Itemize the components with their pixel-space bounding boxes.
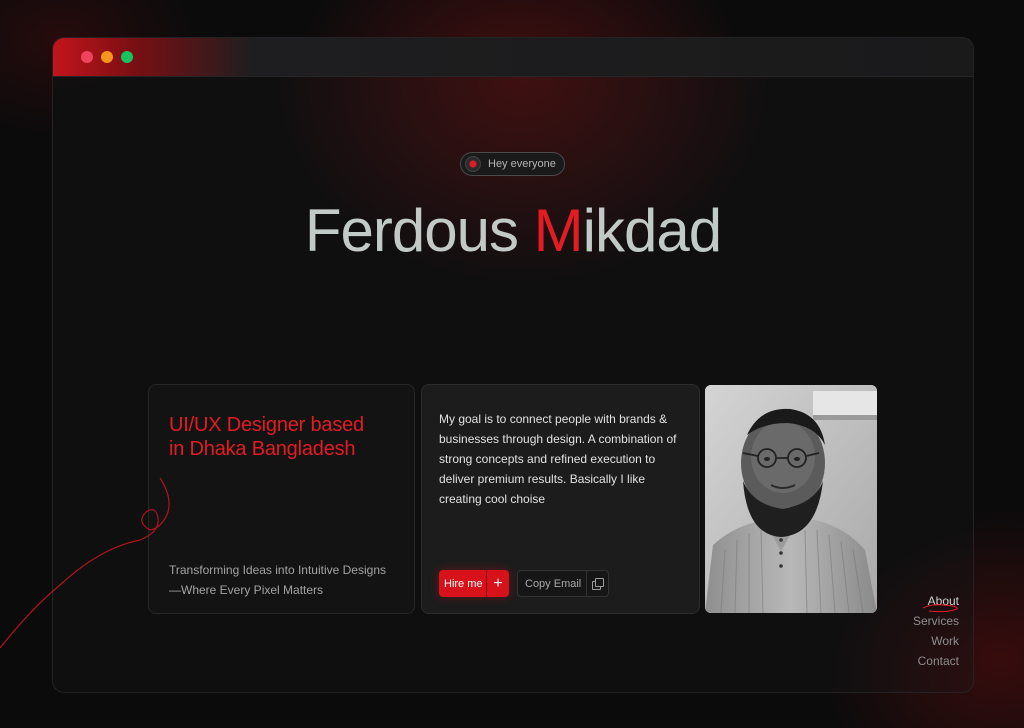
maximize-window-button[interactable] — [121, 51, 133, 63]
browser-window: Hey everyone Ferdous Mikdad UI/UX Design… — [52, 37, 974, 693]
hero-last-initial: M — [533, 197, 584, 264]
copy-email-label: Copy Email — [525, 577, 582, 590]
bio-card: My goal is to connect people with brands… — [421, 384, 700, 614]
nav-item-about[interactable]: About — [893, 591, 959, 613]
minimize-window-button[interactable] — [101, 51, 113, 63]
side-nav: About Services Work Contact — [893, 591, 959, 671]
nav-item-services[interactable]: Services — [893, 611, 959, 631]
intro-card: UI/UX Designer based in Dhaka Bangladesh… — [148, 384, 415, 614]
nav-item-about-label: About — [927, 594, 959, 608]
copy-icon — [585, 571, 608, 596]
bio-text: My goal is to connect people with brands… — [439, 412, 677, 506]
hero-name: Ferdous Mikdad — [53, 196, 973, 265]
nav-item-work[interactable]: Work — [893, 631, 959, 651]
hire-me-button[interactable]: Hire me + — [439, 570, 509, 597]
plus-icon: + — [486, 570, 509, 597]
profile-photo — [705, 385, 877, 613]
portrait-illustration — [705, 385, 877, 613]
nav-item-contact[interactable]: Contact — [893, 651, 959, 671]
tagline-text: Transforming Ideas into Intuitive Design… — [169, 563, 386, 597]
hero-first-name: Ferdous — [304, 197, 519, 264]
hero-last-rest: ikdad — [582, 197, 722, 264]
greeting-pill: Hey everyone — [460, 152, 565, 176]
copy-email-button[interactable]: Copy Email — [517, 570, 609, 597]
greeting-text: Hey everyone — [488, 158, 556, 170]
close-window-button[interactable] — [81, 51, 93, 63]
role-heading: UI/UX Designer based in Dhaka Bangladesh — [169, 414, 364, 460]
hire-me-label: Hire me — [444, 577, 483, 590]
record-icon — [465, 156, 481, 172]
window-titlebar — [53, 38, 973, 77]
